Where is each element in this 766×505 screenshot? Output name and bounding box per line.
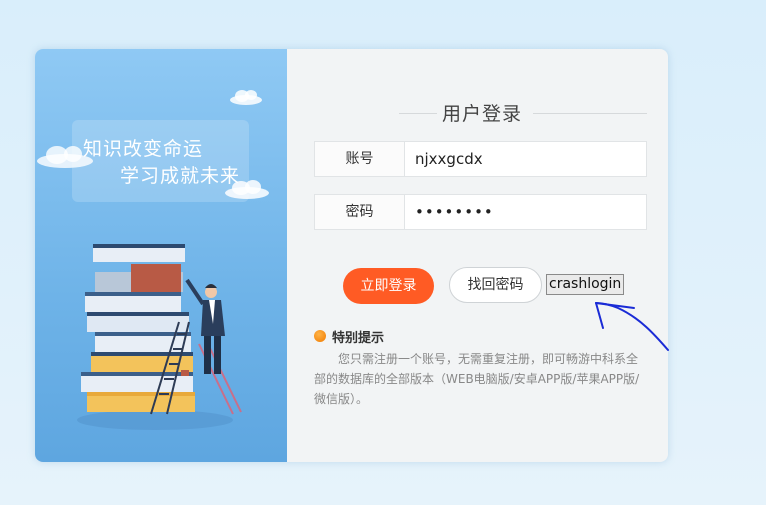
tip-dot-icon — [314, 330, 326, 342]
tip-title: 特别提示 — [332, 331, 385, 346]
tip-text: 您只需注册一个账号，无需重复注册，即可畅游中科系全部的数据库的全部版本（WEB电… — [314, 352, 640, 406]
account-field: 账号 — [314, 141, 647, 177]
title-divider-left — [399, 113, 437, 114]
find-password-button[interactable]: 找回密码 — [449, 267, 542, 303]
page-title: 用户登录 — [442, 103, 523, 125]
crashlogin-button[interactable]: crashlogin — [546, 274, 625, 295]
account-label: 账号 — [315, 142, 405, 176]
login-card: 知识改变命运 学习成就未来 用户登录 账号 njxxgcdx 密码 ••••••… — [35, 49, 668, 462]
password-label: 密码 — [315, 195, 405, 229]
slogan-line-2: 学习成就未来 — [120, 165, 241, 187]
cloud-icon — [230, 90, 262, 105]
password-field: 密码 — [314, 194, 647, 230]
slogan-line-1: 知识改变命运 — [83, 138, 204, 160]
books-ladder-illustration — [77, 244, 242, 430]
login-form-panel: 用户登录 账号 密码 立即登录 找回密码 crashlogin 特别提示 您只需… — [287, 49, 668, 462]
title-divider-right — [533, 113, 647, 114]
password-input[interactable] — [415, 195, 635, 229]
login-button[interactable]: 立即登录 — [343, 268, 434, 304]
account-input[interactable] — [415, 142, 635, 176]
left-illustration-panel: 知识改变命运 学习成就未来 — [35, 49, 287, 462]
